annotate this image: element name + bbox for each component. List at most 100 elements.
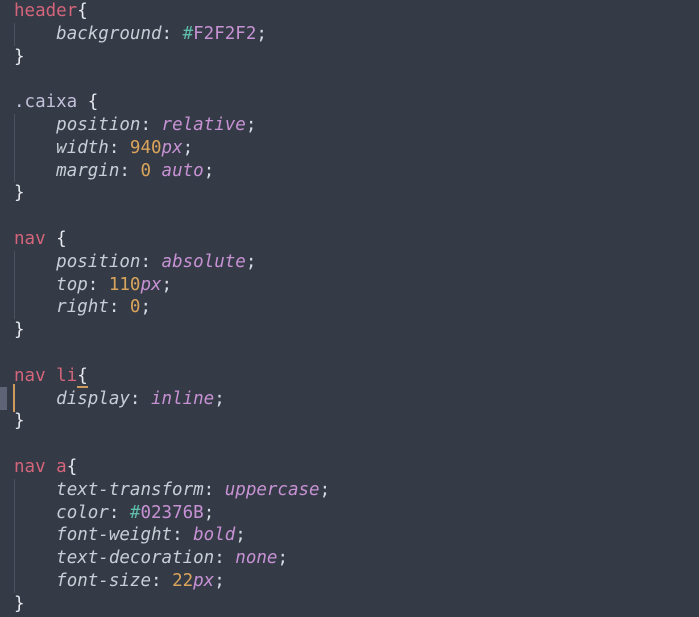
code-token-val: absolute xyxy=(161,251,246,272)
code-token-ws xyxy=(14,571,56,591)
code-line[interactable]: } xyxy=(0,46,699,69)
code-token-el: header xyxy=(14,1,78,21)
code-token-el: li xyxy=(56,365,78,386)
code-line[interactable] xyxy=(0,205,699,228)
code-token-num: 110 xyxy=(108,274,141,295)
code-token-unit: px xyxy=(161,137,183,158)
code-token-ws xyxy=(14,115,56,135)
indent-guide xyxy=(14,250,15,320)
code-token-ws xyxy=(14,525,56,545)
code-token-semi: : xyxy=(140,115,162,135)
code-token-num: 0 xyxy=(140,160,151,181)
code-token-prop: margin xyxy=(56,160,120,181)
code-token-ws xyxy=(14,548,56,568)
code-token-val: bold xyxy=(193,525,236,546)
code-line[interactable] xyxy=(0,68,699,91)
code-token-semi: : xyxy=(214,548,236,569)
code-line[interactable] xyxy=(0,433,699,456)
code-token-ws xyxy=(46,457,57,477)
code-line[interactable]: } xyxy=(0,319,699,342)
code-token-hash: # xyxy=(182,23,194,44)
code-token-hex: 02376B xyxy=(140,502,204,523)
code-token-semi: : xyxy=(129,388,151,409)
code-token-punct: } xyxy=(14,183,25,204)
code-token-val: uppercase xyxy=(224,479,320,500)
code-token-semi: ; xyxy=(277,548,288,569)
code-token-hash: # xyxy=(129,502,141,523)
code-token-semi: ; xyxy=(235,525,246,546)
code-token-prop: font-size xyxy=(56,571,151,591)
code-token-val: auto xyxy=(161,160,204,181)
code-line[interactable]: nav { xyxy=(0,228,699,251)
code-token-unit: px xyxy=(193,571,215,591)
code-line[interactable] xyxy=(0,342,699,365)
code-line[interactable]: header{ xyxy=(0,0,699,23)
code-line[interactable]: display: inline; xyxy=(0,388,699,411)
code-token-ws xyxy=(46,366,57,386)
code-token-punct: { xyxy=(77,365,88,388)
code-token-semi: : xyxy=(87,274,109,295)
code-token-ws xyxy=(46,229,57,249)
code-token-semi: : xyxy=(161,23,183,44)
code-token-unit: px xyxy=(140,274,162,295)
code-line[interactable]: font-weight: bold; xyxy=(0,524,699,547)
code-token-semi: ; xyxy=(140,297,152,318)
code-token-ws xyxy=(14,297,56,317)
code-token-ws xyxy=(14,480,56,500)
code-line[interactable]: color: #02376B; xyxy=(0,502,699,525)
code-token-semi: : xyxy=(150,571,173,591)
code-line[interactable]: } xyxy=(0,410,699,433)
code-token-num: 940 xyxy=(129,137,162,158)
code-token-punct: { xyxy=(87,92,99,113)
code-line[interactable]: } xyxy=(0,182,699,205)
code-token-semi: : xyxy=(140,251,162,272)
code-token-semi: : xyxy=(108,502,130,523)
code-line[interactable]: background: #F2F2F2; xyxy=(0,23,699,46)
code-token-val: relative xyxy=(161,115,246,135)
code-token-punct: } xyxy=(14,46,25,67)
code-line[interactable]: .caixa { xyxy=(0,91,699,114)
code-token-el: nav xyxy=(14,365,46,386)
code-line[interactable]: right: 0; xyxy=(0,296,699,319)
text-caret xyxy=(13,383,15,413)
code-token-val: inline xyxy=(151,388,215,409)
code-line[interactable]: nav li{ xyxy=(0,365,699,388)
code-token-prop: width xyxy=(56,137,109,158)
code-token-semi: ; xyxy=(245,251,257,272)
code-token-semi: ; xyxy=(203,160,215,181)
code-line[interactable]: } xyxy=(0,593,699,616)
code-line[interactable]: position: absolute; xyxy=(0,251,699,274)
code-editor[interactable]: header{ background: #F2F2F2;} .caixa { po… xyxy=(0,0,699,617)
code-token-prop: font-weight xyxy=(56,525,173,546)
code-token-ws xyxy=(14,24,56,44)
code-token-semi: ; xyxy=(214,388,225,409)
code-token-ws xyxy=(77,92,88,112)
gutter-line-marker xyxy=(0,386,7,411)
code-token-semi: : xyxy=(108,137,130,158)
code-token-ws xyxy=(14,275,56,295)
code-line[interactable]: text-decoration: none; xyxy=(0,547,699,570)
code-token-semi: : xyxy=(108,297,130,318)
code-token-semi: ; xyxy=(214,571,225,591)
code-line[interactable]: margin: 0 auto; xyxy=(0,160,699,183)
code-token-el: a xyxy=(56,457,67,477)
code-line[interactable]: text-transform: uppercase; xyxy=(0,479,699,502)
indent-guide xyxy=(14,22,15,46)
code-line[interactable]: top: 110px; xyxy=(0,274,699,297)
code-token-punct: } xyxy=(14,411,25,432)
code-token-semi: ; xyxy=(245,115,257,135)
code-token-ws xyxy=(14,389,56,409)
code-line[interactable]: position: relative; xyxy=(0,114,699,137)
code-token-ws xyxy=(14,252,56,272)
code-token-semi: ; xyxy=(256,23,267,44)
code-token-punct: { xyxy=(66,457,78,477)
indent-guide xyxy=(14,478,15,593)
code-line[interactable]: nav a{ xyxy=(0,456,699,479)
code-token-prop: position xyxy=(56,251,141,272)
code-token-prop: top xyxy=(56,274,88,295)
code-line[interactable]: width: 940px; xyxy=(0,137,699,160)
code-line[interactable]: font-size: 22px; xyxy=(0,570,699,593)
code-token-ws xyxy=(151,161,162,181)
code-token-prop: color xyxy=(56,502,109,523)
code-token-semi: : xyxy=(172,525,194,546)
